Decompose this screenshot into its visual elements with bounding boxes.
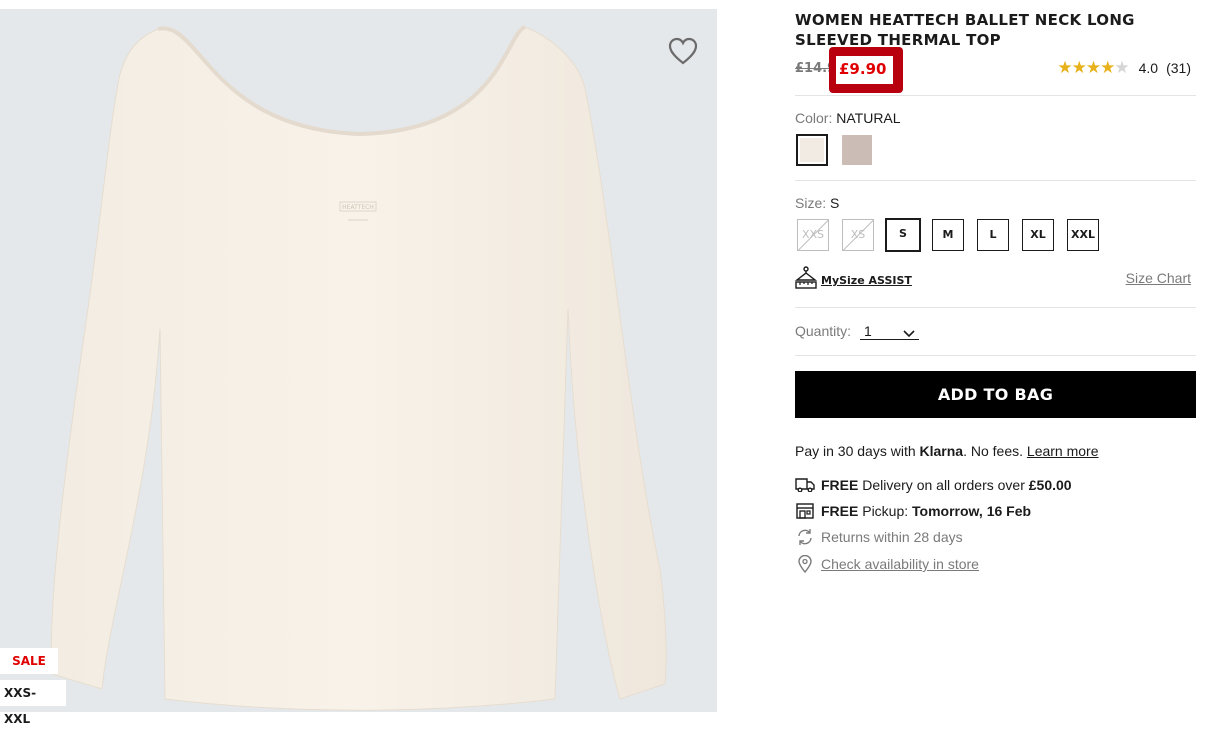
delivery-info: FREE Delivery on all orders over £50.00 xyxy=(795,476,1072,494)
size-option-xs[interactable]: XS xyxy=(842,219,874,251)
divider xyxy=(795,95,1196,96)
divider xyxy=(795,355,1196,356)
truck-icon xyxy=(795,476,815,494)
original-price: £14.90 xyxy=(795,61,831,76)
color-label: Color: xyxy=(795,110,833,126)
thermal-top-image: HEATTECH xyxy=(50,25,667,711)
pickup-when: Tomorrow, 16 Feb xyxy=(912,503,1032,519)
pickup-free: FREE xyxy=(821,503,859,519)
divider xyxy=(795,180,1196,181)
wishlist-heart-icon[interactable] xyxy=(668,37,698,65)
quantity-label: Quantity: xyxy=(795,323,852,339)
check-availability-link[interactable]: Check availability in store xyxy=(821,556,979,572)
color-swatch-natural[interactable] xyxy=(796,134,828,166)
divider xyxy=(795,307,1196,308)
delivery-free: FREE xyxy=(821,477,859,493)
size-option-s[interactable]: S xyxy=(885,218,921,252)
rating-value: 4.0 xyxy=(1138,60,1159,76)
returns-info: Returns within 28 days xyxy=(795,528,963,546)
quantity-select[interactable]: 1 xyxy=(860,322,919,340)
klarna-learn-more-link[interactable]: Learn more xyxy=(1027,443,1099,459)
size-label-row: Size: S xyxy=(795,195,839,211)
size-selected-value: S xyxy=(830,195,840,211)
pickup-text: Pickup: xyxy=(862,503,909,519)
klarna-suffix: . No fees. xyxy=(963,443,1024,459)
sale-flag: SALE xyxy=(0,648,58,674)
klarna-brand: Klarna xyxy=(919,443,964,459)
returns-text: Returns within 28 days xyxy=(821,529,963,545)
shirt-label-print: HEATTECH xyxy=(342,204,374,211)
size-option-xl[interactable]: XL xyxy=(1022,219,1054,251)
rating-stars-icon: ★★★★★ xyxy=(1057,58,1129,77)
size-option-xxs[interactable]: XXS xyxy=(797,219,829,251)
ruler-hanger-icon xyxy=(794,266,818,295)
rating-count: (31) xyxy=(1166,60,1191,76)
size-label: Size: xyxy=(795,195,827,211)
delivery-threshold: £50.00 xyxy=(1028,477,1072,493)
size-range-flag: XXS-XXL xyxy=(0,680,66,726)
add-to-bag-button[interactable]: ADD TO BAG xyxy=(795,371,1196,418)
color-swatch-beige[interactable] xyxy=(842,135,872,165)
quantity-value: 1 xyxy=(864,323,872,339)
color-selected-value: NATURAL xyxy=(836,110,901,126)
mysize-assist-link[interactable]: MySize ASSIST xyxy=(794,266,912,295)
size-option-m[interactable]: M xyxy=(932,219,964,251)
store-availability-row: Check availability in store xyxy=(795,555,979,573)
sale-price: £9.90 xyxy=(839,60,887,78)
chevron-down-icon xyxy=(903,325,915,341)
returns-icon xyxy=(795,528,815,546)
size-option-xxl[interactable]: XXL xyxy=(1067,219,1099,251)
product-image[interactable]: HEATTECH xyxy=(0,9,717,712)
product-rating[interactable]: ★★★★★ 4.0 (31) xyxy=(1057,58,1191,78)
location-pin-icon xyxy=(795,555,815,573)
mysize-assist-label: MySize ASSIST xyxy=(821,274,912,287)
klarna-message: Pay in 30 days with Klarna. No fees. Lea… xyxy=(795,443,1099,459)
product-title: WOMEN HEATTECH BALLET NECK LONG SLEEVED … xyxy=(795,11,1135,49)
klarna-prefix: Pay in 30 days with xyxy=(795,443,916,459)
delivery-text: Delivery on all orders over xyxy=(862,477,1025,493)
store-icon xyxy=(795,502,815,520)
size-option-l[interactable]: L xyxy=(977,219,1009,251)
size-chart-link[interactable]: Size Chart xyxy=(1126,270,1191,286)
color-label-row: Color: NATURAL xyxy=(795,110,901,126)
pickup-info: FREE Pickup: Tomorrow, 16 Feb xyxy=(795,502,1031,520)
